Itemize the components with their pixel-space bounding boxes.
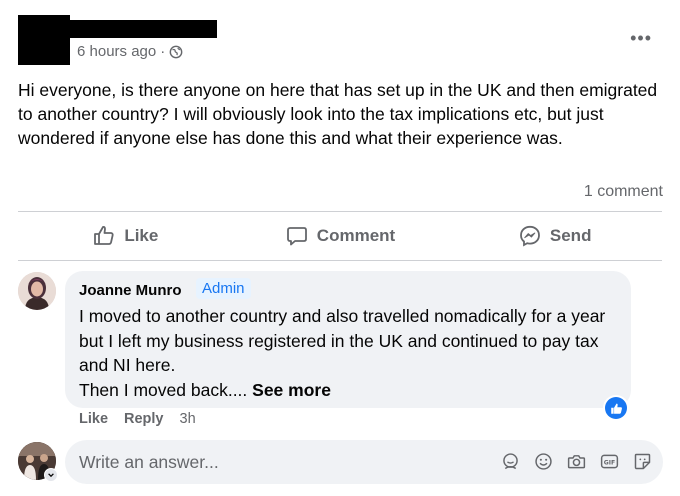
comment-text: I moved to another country and also trav… bbox=[79, 304, 624, 402]
reaction-badge[interactable] bbox=[603, 395, 629, 421]
profile-photo bbox=[18, 272, 56, 310]
svg-text:GIF: GIF bbox=[603, 459, 614, 466]
chevron-down-icon[interactable] bbox=[44, 468, 58, 482]
composer-tools: GIF bbox=[499, 450, 653, 472]
answer-box: GIF bbox=[65, 440, 663, 484]
author-avatar-redacted[interactable] bbox=[18, 15, 70, 65]
commenter-name[interactable]: Joanne Munro bbox=[79, 282, 182, 299]
like-label: Like bbox=[124, 226, 159, 245]
comment-button[interactable]: Comment bbox=[233, 212, 448, 260]
see-more-link[interactable]: See more bbox=[252, 380, 331, 400]
messenger-icon bbox=[519, 225, 540, 247]
post-time[interactable]: 6 hours ago bbox=[77, 43, 156, 60]
more-options-icon[interactable]: ••• bbox=[630, 28, 652, 49]
emoji-icon[interactable] bbox=[532, 450, 554, 472]
thumbs-up-icon bbox=[605, 397, 627, 419]
comment-count[interactable]: 1 comment bbox=[584, 183, 663, 201]
comment-body: I moved to another country and also trav… bbox=[79, 306, 606, 375]
like-button[interactable]: Like bbox=[18, 212, 233, 260]
author-name-redacted[interactable] bbox=[70, 20, 217, 38]
globe-icon[interactable] bbox=[169, 45, 183, 59]
camera-icon[interactable] bbox=[565, 450, 587, 472]
sticker-icon[interactable] bbox=[631, 450, 653, 472]
comment-actions: Like Reply 3h bbox=[79, 411, 196, 427]
divider-bottom bbox=[18, 260, 662, 261]
meta-separator: · bbox=[160, 43, 166, 60]
post-meta: 6 hours ago · bbox=[77, 43, 183, 60]
comment-body-line2: Then I moved back.... bbox=[79, 379, 248, 400]
commenter-avatar[interactable] bbox=[18, 272, 56, 310]
comment-like-button[interactable]: Like bbox=[79, 411, 108, 427]
send-button[interactable]: Send bbox=[447, 212, 662, 260]
comment-reply-button[interactable]: Reply bbox=[124, 411, 164, 427]
thumbs-up-icon bbox=[94, 226, 114, 245]
admin-badge: Admin bbox=[196, 278, 251, 299]
comment-label: Comment bbox=[316, 226, 396, 245]
post-text: Hi everyone, is there anyone on here tha… bbox=[18, 80, 658, 148]
send-label: Send bbox=[549, 226, 592, 245]
gif-icon[interactable]: GIF bbox=[598, 450, 620, 472]
post-actions: Like Comment Send bbox=[18, 212, 662, 260]
comment-icon bbox=[286, 227, 307, 246]
answer-input[interactable] bbox=[79, 440, 479, 484]
comment-time[interactable]: 3h bbox=[180, 411, 196, 427]
avatar-sticker-icon[interactable] bbox=[499, 450, 521, 472]
